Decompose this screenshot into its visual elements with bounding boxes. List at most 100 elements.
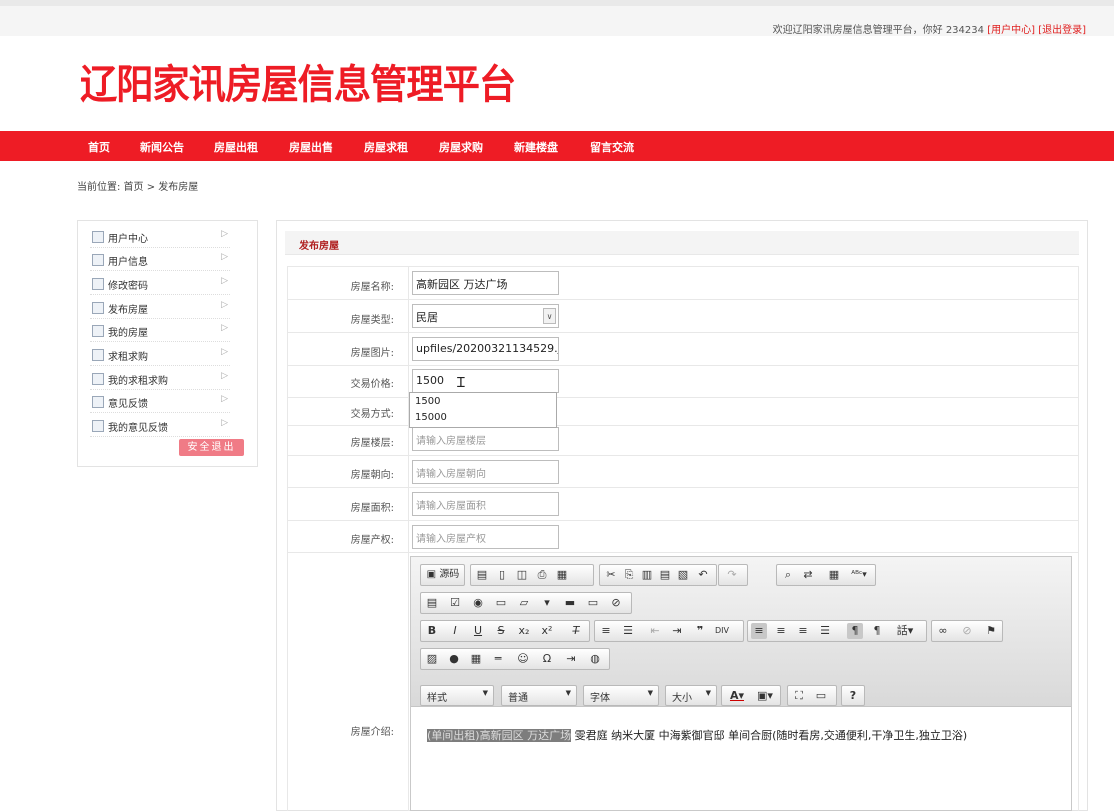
source-button[interactable]: ▣ 源码: [423, 567, 463, 583]
language-icon[interactable]: 話▾: [891, 623, 919, 639]
logout-link[interactable]: [退出登录]: [1038, 25, 1086, 36]
text-color-icon[interactable]: A▾: [725, 688, 749, 704]
ltr-icon[interactable]: ¶: [847, 623, 863, 639]
sidebar-item-change-password[interactable]: 修改密码 ▷: [90, 273, 230, 295]
radio-icon[interactable]: ◉: [470, 595, 486, 611]
nav-item-messages[interactable]: 留言交流: [590, 139, 634, 155]
site-logo[interactable]: 辽阳家讯房屋信息管理平台: [80, 52, 516, 110]
autocomplete-option[interactable]: 1500: [415, 396, 440, 407]
rtl-icon[interactable]: ¶: [869, 623, 885, 639]
price-input[interactable]: 1500: [412, 369, 559, 393]
preview-icon[interactable]: ◫: [514, 567, 530, 583]
undo-icon[interactable]: ↶: [695, 567, 711, 583]
nav-item-news[interactable]: 新闻公告: [140, 139, 184, 155]
new-page-icon[interactable]: ▯: [494, 567, 510, 583]
paste-word-icon[interactable]: ▧: [675, 567, 691, 583]
house-type-select[interactable]: 民居 ∨: [412, 304, 559, 328]
iframe-icon[interactable]: ◍: [587, 651, 603, 667]
superscript-icon[interactable]: x²: [539, 623, 555, 639]
align-left-icon[interactable]: ≡: [751, 623, 767, 639]
align-center-icon[interactable]: ≡: [773, 623, 789, 639]
indent-icon[interactable]: ⇥: [669, 623, 685, 639]
div-container-icon[interactable]: DIV: [714, 623, 730, 639]
help-icon[interactable]: ?: [845, 688, 861, 704]
subscript-icon[interactable]: x₂: [516, 623, 532, 639]
table-icon[interactable]: ▦: [468, 651, 484, 667]
area-input[interactable]: 请输入房屋面积: [412, 492, 559, 516]
textfield-icon[interactable]: ▭: [493, 595, 509, 611]
welcome-text: 欢迎辽阳家讯房屋信息管理平台，你好 234234 [用户中心] [退出登录]: [773, 21, 1086, 36]
bullet-list-icon[interactable]: ☰: [620, 623, 636, 639]
house-name-input[interactable]: 高新园区 万达广场: [412, 271, 559, 295]
hidden-field-icon[interactable]: ⊘: [608, 595, 624, 611]
image-icon[interactable]: ▨: [424, 651, 440, 667]
bg-color-icon[interactable]: ▣▾: [753, 688, 777, 704]
spellcheck-icon[interactable]: ᴬᴮᶜ▾: [847, 567, 871, 583]
smiley-icon[interactable]: ☺: [515, 651, 531, 667]
checkbox-icon[interactable]: ☑: [447, 595, 463, 611]
nav-item-seek-rent[interactable]: 房屋求租: [364, 139, 408, 155]
select-all-icon[interactable]: ▦: [826, 567, 842, 583]
cut-icon[interactable]: ✂: [603, 567, 619, 583]
redo-icon[interactable]: ↷: [724, 567, 740, 583]
find-icon[interactable]: ⌕: [780, 567, 796, 583]
page-break-icon[interactable]: ⇥: [563, 651, 579, 667]
nav-item-new-projects[interactable]: 新建楼盘: [514, 139, 558, 155]
image-button-icon[interactable]: ▭: [585, 595, 601, 611]
editor-content[interactable]: (单间出租)高新园区 万达广场 雯君庭 纳米大厦 中海紫御官邸 单间合厨(随时看…: [427, 727, 967, 743]
print-icon[interactable]: ⎙: [534, 567, 550, 583]
nav-item-home[interactable]: 首页: [88, 139, 110, 155]
form-icon[interactable]: ▤: [424, 595, 440, 611]
sidebar-item-feedback[interactable]: 意见反馈 ▷: [90, 391, 230, 413]
sidebar-item-rent-buy-requests[interactable]: 求租求购 ▷: [90, 344, 230, 366]
autocomplete-option[interactable]: 15000: [415, 412, 447, 423]
paste-icon[interactable]: ▥: [639, 567, 655, 583]
replace-icon[interactable]: ⇄: [800, 567, 816, 583]
show-blocks-icon[interactable]: ▭: [813, 688, 829, 704]
strike-icon[interactable]: S: [493, 623, 509, 639]
align-right-icon[interactable]: ≡: [795, 623, 811, 639]
bold-icon[interactable]: B: [424, 623, 440, 639]
property-input[interactable]: 请输入房屋产权: [412, 525, 559, 549]
select-field-icon[interactable]: ▾: [539, 595, 555, 611]
font-combo[interactable]: 字体 ▼: [583, 685, 659, 706]
styles-combo[interactable]: 样式 ▼: [420, 685, 494, 706]
blockquote-icon[interactable]: ❞: [692, 623, 708, 639]
anchor-flag-icon[interactable]: ⚑: [983, 623, 999, 639]
link-icon[interactable]: ∞: [935, 623, 951, 639]
paste-text-icon[interactable]: ▤: [657, 567, 673, 583]
copy-icon[interactable]: ⎘: [621, 567, 637, 583]
flash-icon[interactable]: ●: [446, 651, 462, 667]
sidebar-item-user-info[interactable]: 用户信息 ▷: [90, 249, 230, 271]
sidebar-item-my-requests[interactable]: 我的求租求购 ▷: [90, 368, 230, 390]
house-image-input[interactable]: upfiles/20200321134529.jpg: [412, 337, 559, 361]
format-combo[interactable]: 普通 ▼: [501, 685, 577, 706]
sidebar-item-my-feedback[interactable]: 我的意见反馈 ▷: [90, 415, 230, 437]
templates-icon[interactable]: ▦: [554, 567, 570, 583]
textarea-icon[interactable]: ▱: [516, 595, 532, 611]
remove-format-icon[interactable]: T̶: [568, 623, 584, 639]
document-group: ▤ ▯ ◫ ⎙ ▦: [470, 564, 594, 586]
size-combo[interactable]: 大小 ▼: [665, 685, 717, 706]
italic-icon[interactable]: I: [447, 623, 463, 639]
nav-item-seek-buy[interactable]: 房屋求购: [439, 139, 483, 155]
orientation-input[interactable]: 请输入房屋朝向: [412, 460, 559, 484]
nav-item-sell[interactable]: 房屋出售: [289, 139, 333, 155]
user-center-link[interactable]: [用户中心]: [987, 25, 1035, 36]
align-justify-icon[interactable]: ☰: [817, 623, 833, 639]
unlink-icon[interactable]: ⊘: [959, 623, 975, 639]
underline-icon[interactable]: U: [470, 623, 486, 639]
sidebar-item-my-houses[interactable]: 我的房屋 ▷: [90, 320, 230, 342]
nav-item-rent-out[interactable]: 房屋出租: [214, 139, 258, 155]
maximize-icon[interactable]: ⛶: [791, 688, 807, 704]
numbered-list-icon[interactable]: ≡: [598, 623, 614, 639]
floor-input[interactable]: 请输入房屋楼层: [412, 427, 559, 451]
sidebar-item-publish-house[interactable]: 发布房屋 ▷: [90, 297, 230, 319]
button-field-icon[interactable]: ▬: [562, 595, 578, 611]
safe-logout-button[interactable]: 安全退出: [179, 439, 244, 456]
special-char-icon[interactable]: Ω: [539, 651, 555, 667]
horizontal-rule-icon[interactable]: ═: [490, 651, 506, 667]
outdent-icon[interactable]: ⇤: [647, 623, 663, 639]
sidebar-item-user-center[interactable]: 用户中心 ▷: [90, 226, 230, 248]
save-icon[interactable]: ▤: [474, 567, 490, 583]
